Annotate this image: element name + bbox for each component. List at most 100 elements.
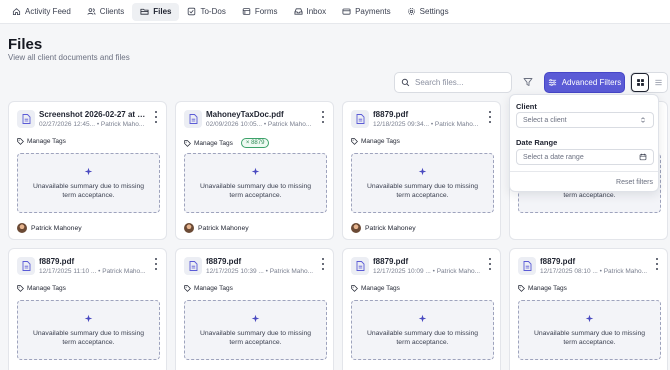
- file-card[interactable]: f8879.pdf 12/17/2025 10:39 ... • Patrick …: [175, 248, 334, 370]
- nav-payments[interactable]: Payments: [334, 3, 399, 21]
- nav-label: Forms: [254, 7, 278, 16]
- file-name[interactable]: f8879.pdf: [373, 110, 483, 119]
- sparkle-icon: [84, 314, 93, 322]
- users-icon: [87, 8, 96, 15]
- nav-files[interactable]: Files: [132, 2, 180, 21]
- nav-clients[interactable]: Clients: [79, 3, 132, 21]
- advanced-filters-label: Advanced Filters: [561, 78, 622, 87]
- manage-tags-label: Manage Tags: [361, 285, 400, 292]
- file-owner: Patrick Mahoney: [184, 223, 249, 233]
- client-select[interactable]: Select a client: [516, 112, 654, 128]
- nav-label: Payments: [355, 7, 391, 16]
- sliders-icon: [548, 79, 556, 86]
- list-view-button[interactable]: [649, 73, 667, 92]
- tag-icon: [518, 285, 525, 292]
- file-meta: 12/17/2025 08:10 ... • Patrick Maho...: [540, 268, 648, 275]
- file-card[interactable]: f8879.pdf 12/17/2025 10:09 ... • Patrick …: [342, 248, 501, 370]
- summary-panel: Unavailable summary due to missing term …: [184, 300, 327, 360]
- page-subtitle: View all client documents and files: [8, 53, 130, 62]
- tag-badge-label: 8879: [251, 140, 265, 146]
- summary-text: Unavailable summary due to missing term …: [32, 329, 145, 346]
- file-card[interactable]: Screenshot 2026-02-27 at 12.... 02/27/202…: [8, 101, 167, 240]
- sparkle-icon: [251, 167, 260, 175]
- tag-badge[interactable]: × 8879: [240, 138, 270, 148]
- file-card[interactable]: MahoneyTaxDoc.pdf 02/09/2026 10:05... • P…: [175, 101, 334, 240]
- grid-icon: [636, 79, 644, 86]
- file-card[interactable]: f8879.pdf 12/17/2025 08:10 ... • Patrick …: [509, 248, 668, 370]
- reset-filters-button[interactable]: Reset filters: [616, 179, 653, 186]
- folder-icon: [140, 8, 149, 15]
- search-box[interactable]: [394, 72, 512, 93]
- more-options-icon[interactable]: [486, 258, 494, 270]
- owner-name: Patrick Mahoney: [365, 224, 416, 232]
- nav-label: Clients: [99, 7, 125, 16]
- search-input[interactable]: [415, 78, 505, 87]
- file-meta: 02/09/2026 10:05... • Patrick Maho...: [206, 121, 312, 128]
- client-filter-label: Client: [516, 102, 537, 111]
- tag-icon: [351, 285, 358, 292]
- form-icon: [242, 8, 251, 15]
- summary-text: Unavailable summary due to missing term …: [32, 182, 145, 199]
- advanced-filters-button[interactable]: Advanced Filters: [544, 72, 625, 93]
- nav-label: Inbox: [306, 7, 327, 16]
- document-icon: [351, 257, 369, 275]
- file-name[interactable]: f8879.pdf: [39, 257, 149, 266]
- file-name[interactable]: Screenshot 2026-02-27 at 12....: [39, 110, 149, 119]
- more-options-icon[interactable]: [319, 111, 327, 123]
- document-icon: [351, 110, 369, 128]
- file-meta: 12/17/2025 11:10 ... • Patrick Maho...: [39, 268, 146, 275]
- avatar: [184, 223, 194, 233]
- manage-tags-button[interactable]: Manage Tags: [17, 138, 66, 145]
- summary-panel: Unavailable summary due to missing term …: [17, 300, 160, 360]
- nav-label: Settings: [419, 7, 449, 16]
- manage-tags-button[interactable]: Manage Tags × 8879: [184, 138, 270, 148]
- nav-forms[interactable]: Forms: [234, 3, 286, 21]
- more-options-icon[interactable]: [152, 258, 160, 270]
- summary-panel: Unavailable summary due to missing term …: [351, 153, 494, 213]
- date-range-picker[interactable]: Select a date range: [516, 149, 654, 165]
- file-owner: Patrick Mahoney: [17, 223, 82, 233]
- gear-icon: [407, 8, 415, 15]
- advanced-filters-panel: Client Select a client Date Range Select…: [509, 94, 659, 192]
- nav-activity-feed[interactable]: Activity Feed: [4, 3, 79, 21]
- summary-text: Unavailable summary due to missing term …: [199, 329, 312, 346]
- checkbox-icon: [188, 7, 196, 16]
- sparkle-icon: [418, 314, 427, 322]
- view-toggle: [630, 72, 668, 93]
- owner-name: Patrick Mahoney: [31, 224, 82, 232]
- manage-tags-label: Manage Tags: [27, 138, 66, 145]
- filter-button[interactable]: [519, 73, 537, 91]
- summary-text: Unavailable summary due to missing term …: [199, 182, 312, 199]
- nav-label: Activity Feed: [25, 7, 71, 16]
- summary-panel: Unavailable summary due to missing term …: [351, 300, 494, 360]
- more-options-icon[interactable]: [319, 258, 327, 270]
- sparkle-icon: [251, 314, 260, 322]
- manage-tags-button[interactable]: Manage Tags: [351, 138, 400, 145]
- file-name[interactable]: f8879.pdf: [206, 257, 316, 266]
- summary-panel: Unavailable summary due to missing term …: [184, 153, 327, 213]
- manage-tags-button[interactable]: Manage Tags: [184, 285, 233, 292]
- file-card[interactable]: f8879.pdf 12/18/2025 09:34... • Patrick M…: [342, 101, 501, 240]
- file-name[interactable]: f8879.pdf: [540, 257, 650, 266]
- manage-tags-button[interactable]: Manage Tags: [518, 285, 567, 292]
- nav-todos[interactable]: To-Dos: [179, 3, 233, 21]
- more-options-icon[interactable]: [486, 111, 494, 123]
- more-options-icon[interactable]: [152, 111, 160, 123]
- nav-settings[interactable]: Settings: [399, 3, 457, 21]
- document-icon: [17, 257, 35, 275]
- document-icon: [184, 110, 202, 128]
- search-icon: [401, 78, 410, 87]
- manage-tags-button[interactable]: Manage Tags: [17, 285, 66, 292]
- nav-label: To-Dos: [200, 7, 226, 16]
- file-card[interactable]: f8879.pdf 12/17/2025 11:10 ... • Patrick …: [8, 248, 167, 370]
- more-options-icon[interactable]: [653, 258, 661, 270]
- manage-tags-button[interactable]: Manage Tags: [351, 285, 400, 292]
- home-icon: [12, 8, 21, 16]
- grid-view-button[interactable]: [631, 73, 650, 92]
- nav-inbox[interactable]: Inbox: [286, 3, 335, 21]
- file-name[interactable]: MahoneyTaxDoc.pdf: [206, 110, 316, 119]
- file-name[interactable]: f8879.pdf: [373, 257, 483, 266]
- manage-tags-label: Manage Tags: [361, 138, 400, 145]
- date-range-label: Date Range: [516, 138, 558, 147]
- divider: [510, 171, 658, 172]
